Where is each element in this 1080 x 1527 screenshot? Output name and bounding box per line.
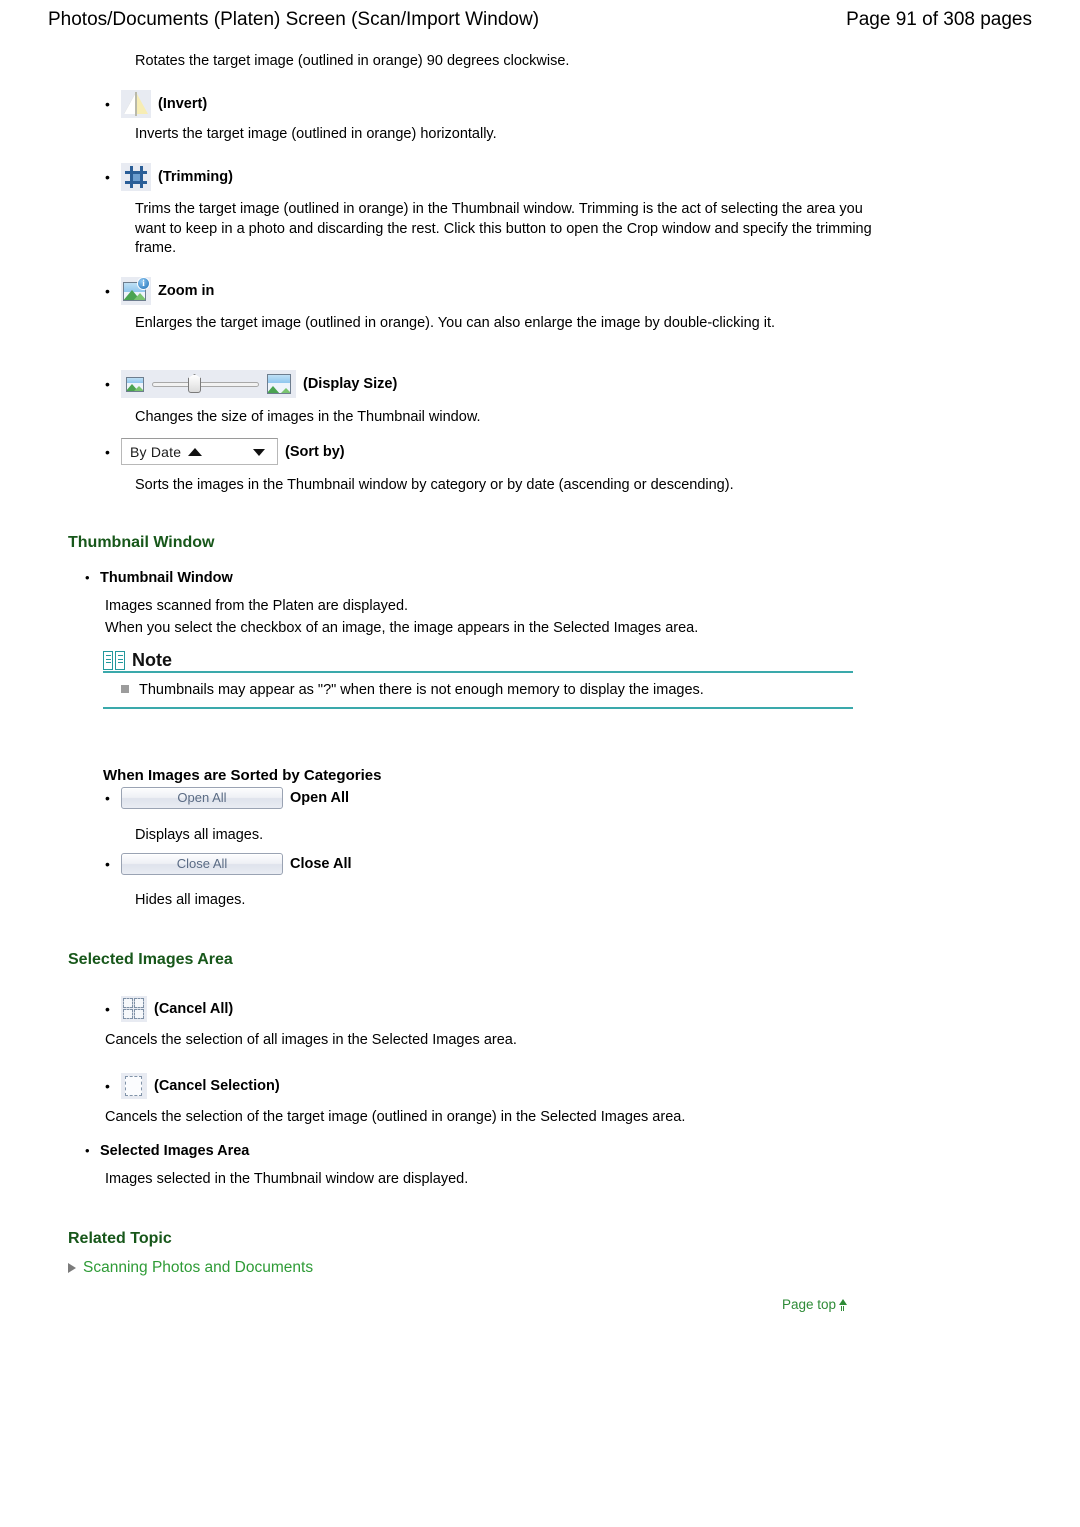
open-all-label: Open All (290, 790, 350, 806)
bullet-marker (105, 377, 121, 391)
page-header: Photos/Documents (Platen) Screen (Scan/I… (0, 0, 1080, 36)
chevron-down-icon[interactable] (253, 449, 265, 456)
section-heading-thumbnail-window: Thumbnail Window (68, 534, 215, 551)
open-all-button[interactable]: Open All (121, 787, 283, 809)
toolbar-item-trimming: (Trimming) (105, 163, 233, 191)
note-box: Note Thumbnails may appear as "?" when t… (103, 650, 853, 709)
zoom-in-description: Enlarges the target image (outlined in o… (135, 315, 776, 331)
ascending-triangle-icon (188, 447, 203, 456)
thumbnail-window-line2: When you select the checkbox of an image… (105, 620, 699, 636)
section-heading-related-topic: Related Topic (68, 1230, 172, 1247)
invert-description: Inverts the target image (outlined in or… (135, 126, 497, 142)
sort-by-description: Sorts the images in the Thumbnail window… (135, 477, 734, 493)
note-label: Note (132, 650, 172, 670)
cancel-all-row: (Cancel All) (105, 996, 233, 1022)
page-top-link[interactable]: Page top (782, 1297, 847, 1312)
selected-images-area-description: Images selected in the Thumbnail window … (105, 1171, 469, 1187)
subsection-heading-categories: When Images are Sorted by Categories (103, 767, 382, 784)
selected-images-area-bullet-label: Selected Images Area (100, 1143, 250, 1159)
triangle-right-icon (68, 1263, 76, 1273)
bullet-marker (105, 857, 121, 871)
bullet-marker (105, 284, 121, 298)
note-rule-bottom (103, 707, 853, 709)
toolbar-item-label: (Invert) (158, 96, 208, 112)
large-thumbnail-icon (267, 374, 291, 394)
page-title: Photos/Documents (Platen) Screen (Scan/I… (48, 9, 540, 30)
rotate-description: Rotates the target image (outlined in or… (135, 53, 570, 69)
cancel-selection-description: Cancels the selection of the target imag… (105, 1109, 686, 1125)
bullet-marker (85, 1143, 100, 1158)
sort-by-value: By Date (130, 443, 182, 460)
page-top-link-container: Page top (0, 1296, 1080, 1314)
slider-thumb[interactable] (188, 374, 201, 393)
close-all-button[interactable]: Close All (121, 853, 283, 875)
bullet-marker (105, 1002, 121, 1016)
page-top-label: Page top (781, 1297, 836, 1312)
thumbnail-window-line1: Images scanned from the Platen are displ… (105, 598, 409, 614)
cancel-all-label: (Cancel All) (154, 1001, 234, 1017)
bullet-marker (85, 570, 100, 585)
selected-images-area-bullet: Selected Images Area (85, 1143, 249, 1159)
invert-icon[interactable] (121, 90, 151, 118)
cancel-all-icon[interactable] (121, 996, 147, 1022)
toolbar-item-display-size: (Display Size) (105, 370, 397, 398)
zoom-in-icon[interactable]: i (121, 277, 151, 305)
toolbar-item-label: Zoom in (158, 283, 215, 299)
bullet-marker (105, 1079, 121, 1093)
section-heading-selected-images-area: Selected Images Area (68, 951, 233, 968)
note-item-text: Thumbnails may appear as "?" when there … (139, 682, 704, 698)
display-size-slider[interactable] (121, 370, 296, 398)
toolbar-item-label: (Sort by) (285, 443, 345, 460)
thumbnail-window-bullet: Thumbnail Window (85, 570, 233, 586)
toolbar-item-sort-by: By Date (Sort by) (105, 438, 345, 465)
open-all-row: Open All Open All (105, 787, 349, 809)
cancel-all-description: Cancels the selection of all images in t… (105, 1032, 517, 1048)
note-title: Note (103, 650, 853, 671)
cancel-selection-icon[interactable] (121, 1073, 147, 1099)
display-size-description: Changes the size of images in the Thumbn… (135, 409, 481, 425)
cancel-selection-row: (Cancel Selection) (105, 1073, 280, 1099)
close-all-label: Close All (290, 856, 352, 872)
up-arrow-icon (838, 1298, 847, 1311)
toolbar-item-label: (Display Size) (303, 376, 398, 392)
trimming-icon[interactable] (121, 163, 151, 191)
square-bullet-icon (121, 685, 129, 693)
toolbar-item-zoom-in: i Zoom in (105, 277, 214, 305)
book-icon (103, 651, 125, 670)
open-all-description: Displays all images. (135, 827, 264, 843)
sort-by-dropdown[interactable]: By Date (121, 438, 278, 465)
toolbar-item-invert: (Invert) (105, 90, 207, 118)
page-indicator: Page 91 of 308 pages (846, 9, 1032, 30)
close-all-row: Close All Close All (105, 853, 352, 875)
bullet-marker (105, 445, 121, 459)
related-topic-link-text: Scanning Photos and Documents (83, 1259, 314, 1276)
bullet-marker (105, 97, 121, 111)
trimming-description: Trims the target image (outlined in oran… (135, 201, 872, 256)
toolbar-item-label: (Trimming) (158, 169, 233, 185)
bullet-marker (105, 791, 121, 805)
bullet-marker (105, 170, 121, 184)
cancel-selection-label: (Cancel Selection) (154, 1078, 280, 1094)
note-item: Thumbnails may appear as "?" when there … (121, 673, 853, 707)
small-thumbnail-icon (126, 376, 144, 392)
related-topic-link[interactable]: Scanning Photos and Documents (68, 1259, 313, 1277)
thumbnail-window-bullet-label: Thumbnail Window (100, 570, 233, 586)
close-all-description: Hides all images. (135, 892, 246, 908)
display-size-slider-track[interactable] (152, 373, 259, 395)
